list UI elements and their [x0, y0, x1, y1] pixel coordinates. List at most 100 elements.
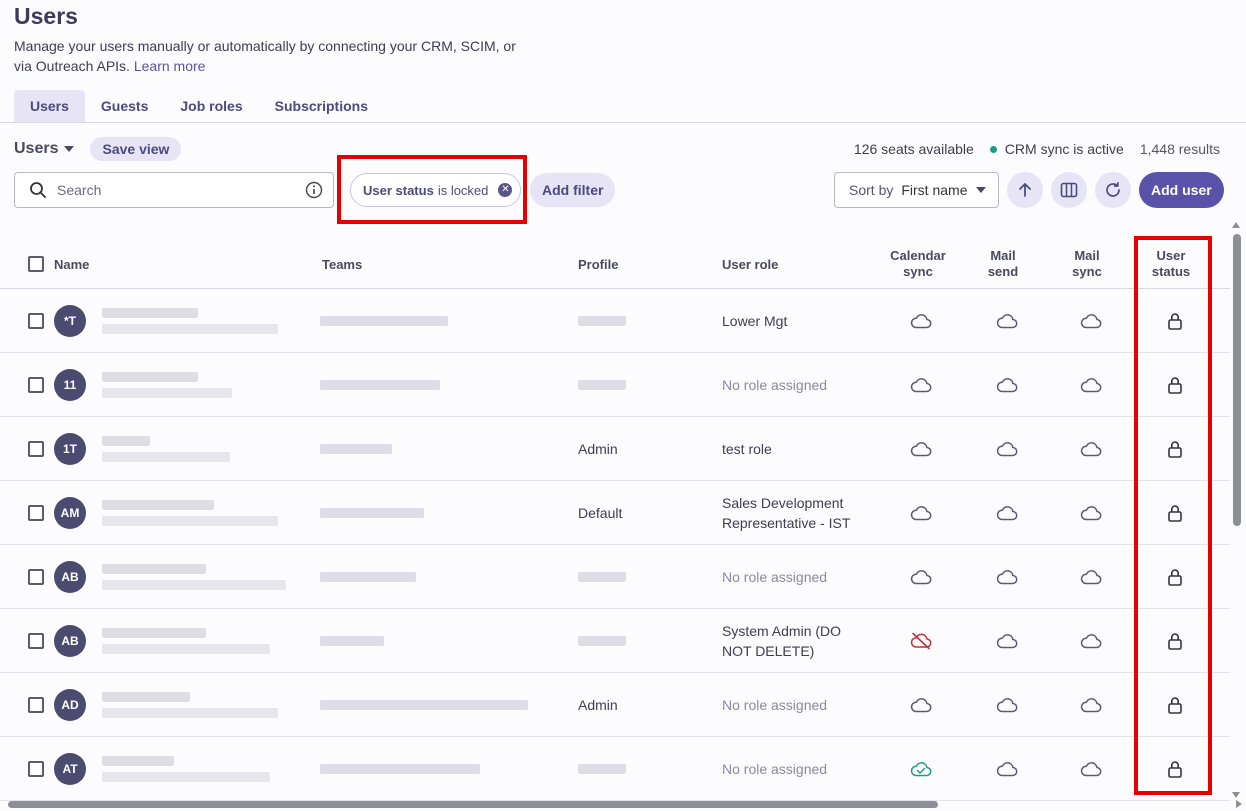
cloud-icon [880, 673, 962, 736]
sort-direction-button[interactable] [1007, 172, 1043, 208]
teams-redacted [320, 289, 448, 352]
avatar: AB [54, 560, 86, 593]
status-dot-icon [989, 145, 997, 153]
add-filter-button[interactable]: Add filter [530, 173, 616, 207]
add-user-button[interactable]: Add user [1139, 172, 1224, 208]
scroll-thumb[interactable] [1233, 234, 1241, 526]
tab-guests[interactable]: Guests [85, 90, 164, 122]
page-title: Users [14, 3, 78, 29]
cloud-icon [1062, 609, 1120, 672]
refresh-button[interactable] [1095, 172, 1131, 208]
view-row: Users Save view [14, 137, 182, 161]
cloud-icon [880, 417, 962, 480]
avatar-cell: 1T [54, 417, 86, 480]
vertical-scrollbar[interactable] [1232, 222, 1242, 798]
row-checkbox[interactable] [28, 632, 44, 649]
column-header-mail-sync[interactable]: Mail sync [1062, 240, 1112, 288]
profile-redacted [578, 635, 626, 646]
table-row[interactable]: *T Lower Mgt [0, 289, 1230, 353]
avatar: AD [54, 688, 86, 721]
column-header-user-role[interactable]: User role [722, 240, 778, 288]
table-row[interactable]: 11 No role assigned [0, 353, 1230, 417]
search-input[interactable] [57, 182, 305, 198]
name-redacted[interactable] [102, 481, 278, 544]
scroll-right-icon[interactable] [1236, 800, 1242, 808]
cloud-icon [1062, 353, 1120, 416]
avatar-cell: AD [54, 673, 86, 736]
scroll-down-icon[interactable] [1232, 792, 1240, 798]
name-redacted[interactable] [102, 289, 278, 352]
table-row[interactable]: 1T Admin test role [0, 417, 1230, 481]
row-checkbox-cell [28, 481, 44, 544]
profile-text: Admin [578, 440, 618, 457]
cloud-icon [978, 737, 1036, 800]
row-checkbox[interactable] [28, 568, 44, 585]
column-header-profile[interactable]: Profile [578, 240, 618, 288]
horizontal-scrollbar[interactable] [0, 799, 1242, 809]
columns-button[interactable] [1051, 172, 1087, 208]
cloud-icon [978, 609, 1036, 672]
row-checkbox[interactable] [28, 696, 44, 713]
cloud-icon [880, 481, 962, 544]
table-row[interactable]: AB System Admin (DO NOT DELETE) [0, 609, 1230, 673]
scroll-thumb[interactable] [8, 801, 938, 808]
view-selector[interactable]: Users [14, 140, 75, 158]
cloud-icon [1062, 737, 1120, 800]
cloud-icon [1062, 481, 1120, 544]
sort-label: Sort by [849, 182, 894, 198]
name-redacted[interactable] [102, 737, 270, 800]
avatar-cell: AB [54, 545, 86, 608]
search-field[interactable] [14, 172, 334, 208]
avatar: 1T [54, 432, 86, 465]
row-checkbox[interactable] [28, 440, 44, 457]
select-all-checkbox[interactable] [28, 256, 44, 272]
teams-redacted [320, 545, 416, 608]
column-header-teams[interactable]: Teams [322, 240, 362, 288]
row-checkbox[interactable] [28, 312, 44, 329]
column-header-mail-send[interactable]: Mail send [978, 240, 1028, 288]
page-subtitle: Manage your users manually or automatica… [14, 36, 534, 76]
row-checkbox-cell [28, 673, 44, 736]
profile-text: Default [578, 504, 623, 521]
avatar-cell: AT [54, 737, 86, 800]
name-redacted[interactable] [102, 353, 232, 416]
row-checkbox[interactable] [28, 504, 44, 521]
row-checkbox[interactable] [28, 376, 44, 393]
tab-users[interactable]: Users [14, 90, 85, 122]
cloud-icon [1062, 673, 1120, 736]
profile-cell [578, 609, 626, 672]
profile-cell: Default [578, 481, 622, 544]
tabs-divider [0, 122, 1246, 123]
name-redacted[interactable] [102, 673, 278, 736]
table-row[interactable]: AD Admin No role assigned [0, 673, 1230, 737]
avatar: AM [54, 496, 86, 529]
seats-available: 126 seats available [853, 141, 974, 157]
profile-redacted [578, 763, 626, 774]
scroll-up-icon[interactable] [1232, 222, 1240, 228]
table-row[interactable]: AM Default Sales Development Representat… [0, 481, 1230, 545]
avatar: *T [54, 304, 86, 337]
name-redacted[interactable] [102, 417, 230, 480]
results-count: 1,448 results [1139, 141, 1220, 157]
row-checkbox-cell [28, 737, 44, 800]
row-checkbox[interactable] [28, 760, 44, 777]
table-row[interactable]: AB No role assigned [0, 545, 1230, 609]
column-header-calendar-sync[interactable]: Calendar sync [880, 240, 956, 288]
profile-redacted [578, 571, 626, 582]
cloud-icon [978, 545, 1036, 608]
user-role-cell: test role [722, 440, 772, 457]
name-redacted[interactable] [102, 545, 286, 608]
table-row[interactable]: AT No role assigned [0, 737, 1230, 801]
column-header-name[interactable]: Name [54, 240, 89, 288]
info-icon[interactable] [305, 181, 323, 199]
user-role-cell: No role assigned [722, 760, 828, 777]
learn-more-link[interactable]: Learn more [134, 58, 206, 74]
user-role-cell: No role assigned [722, 376, 828, 393]
name-redacted[interactable] [102, 609, 270, 672]
cloud-icon [978, 289, 1036, 352]
tab-job-roles[interactable]: Job roles [164, 90, 258, 122]
sort-dropdown[interactable]: Sort by First name [834, 172, 999, 208]
avatar: AT [54, 752, 86, 785]
save-view-button[interactable]: Save view [90, 137, 182, 161]
tab-subscriptions[interactable]: Subscriptions [259, 90, 384, 122]
